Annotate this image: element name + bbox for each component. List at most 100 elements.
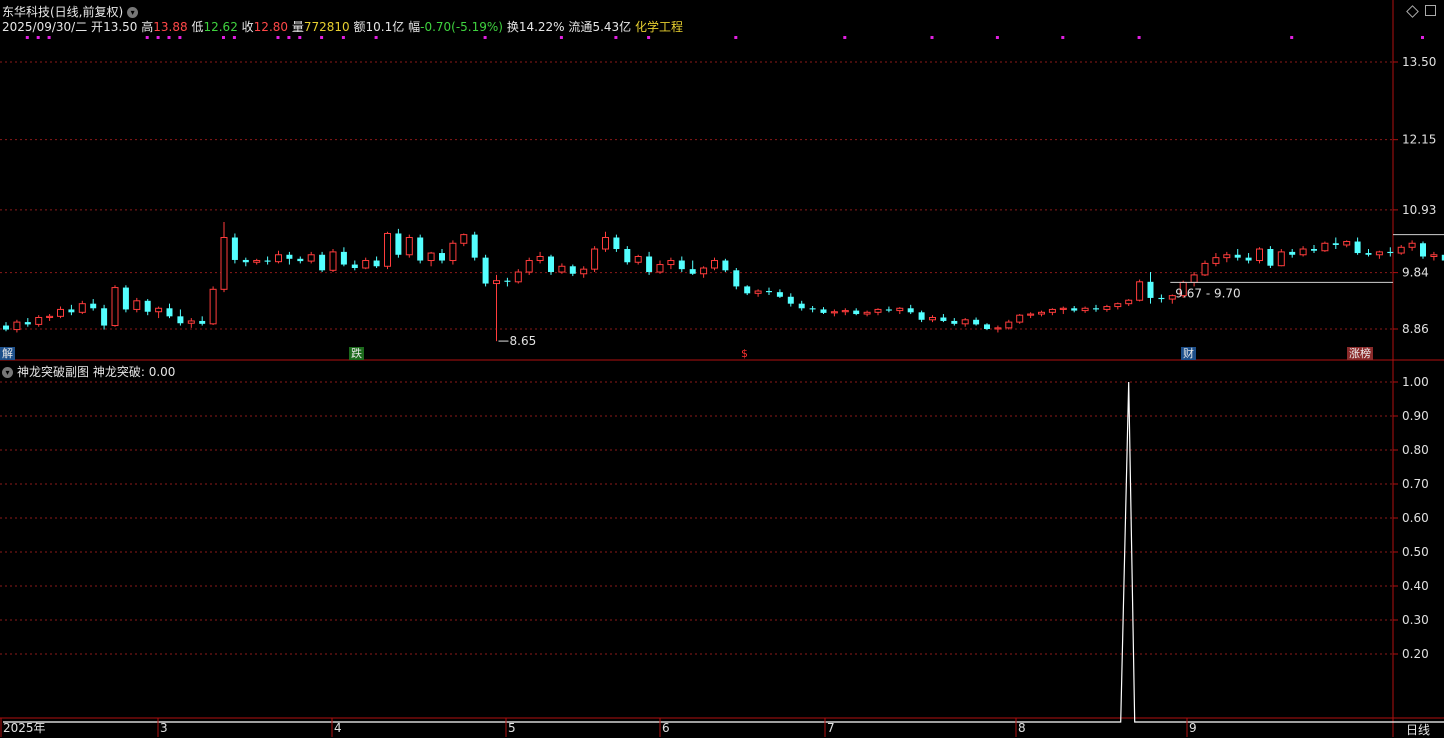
signal-marker-dot [483, 36, 487, 39]
candle-body-up [493, 280, 500, 285]
candle-body-up [307, 254, 315, 262]
high-value: 13.88 [153, 20, 188, 34]
candle-body-down [199, 320, 206, 324]
signal-tick-label: 1.00 [1402, 375, 1429, 389]
candle-body-up [1223, 254, 1231, 259]
candle-body-up [111, 287, 119, 327]
signal-marker-dot [320, 36, 324, 39]
candle-body-down [439, 253, 445, 261]
candle-body-up [1125, 299, 1133, 305]
candle-body-up [362, 260, 370, 269]
candle-body-down [809, 308, 816, 310]
candle-body-up [754, 290, 762, 294]
candle-body-up [700, 267, 708, 275]
price-tick-label: 10.93 [1402, 203, 1436, 217]
subchart-title[interactable]: ▾ 神龙突破副图 神龙突破: 0.00 [2, 363, 175, 380]
candle-body-down [548, 256, 554, 273]
signal-marker-dot [145, 36, 149, 39]
badge-finance[interactable]: 财 [1181, 347, 1196, 360]
candle-body-down [613, 237, 620, 250]
signal-tick-label: 0.60 [1402, 511, 1429, 525]
candle-body-down [1267, 249, 1274, 266]
candle-body-down [1093, 308, 1099, 310]
candle-body-up [460, 234, 468, 244]
candle-body-up [841, 310, 849, 313]
candle-body-up [961, 319, 969, 325]
candle-body-down [1354, 241, 1361, 254]
badge-dollar[interactable]: $ [739, 347, 750, 360]
badge-top-gainers[interactable]: 涨榜 [1347, 347, 1373, 360]
time-tick-label: 7 [827, 721, 835, 735]
candle-body-up [896, 307, 904, 312]
sector-label[interactable]: 化学工程 [635, 20, 683, 34]
candle-body-down [373, 260, 380, 267]
candle-body-up [13, 321, 21, 331]
candle-body-up [525, 260, 533, 273]
candle-body-down [951, 320, 958, 324]
candle-body-up [209, 288, 217, 325]
low-label: 低 [191, 20, 204, 34]
candle-body-down [1158, 297, 1165, 300]
candle-body-up [1375, 251, 1383, 256]
signal-tick-label: 0.80 [1402, 443, 1429, 457]
candle-body-down [918, 312, 925, 320]
chevron-down-icon[interactable]: ▾ [127, 7, 139, 18]
candle-body-down [177, 316, 184, 324]
badge-fall[interactable]: 跌 [349, 347, 364, 360]
chevron-down-icon[interactable]: ▾ [2, 367, 13, 378]
maximize-icon[interactable] [1425, 5, 1436, 16]
diamond-icon[interactable] [1406, 5, 1419, 18]
candle-body-down [744, 286, 751, 294]
price-tick-label: 8.86 [1402, 322, 1429, 336]
candlestick-chart[interactable]: 13.50 12.15 10.93 9.84 8.86 1.00 0.90 0.80 0.70 0… [0, 0, 1444, 737]
candle-body-up [133, 300, 141, 310]
badge-unlock[interactable]: 解 [0, 347, 15, 360]
candle-body-up [449, 242, 457, 262]
open-label: 开 [91, 20, 104, 34]
signal-marker-dot [36, 36, 40, 39]
candle-body-up [667, 260, 675, 266]
candle-body-down [766, 291, 772, 293]
candle-body-down [471, 234, 478, 258]
candle-body-down [1071, 308, 1078, 311]
candle-body-down [340, 251, 347, 265]
candle-body-down [68, 309, 75, 313]
candle-body-up [46, 315, 54, 318]
candle-body-up [830, 311, 838, 314]
candle-body-down [820, 309, 827, 313]
signal-marker-dot [614, 36, 618, 39]
signal-marker-dot [25, 36, 29, 39]
candle-body-down [1387, 251, 1394, 254]
time-tick-label: 9 [1189, 721, 1197, 735]
signal-marker-dot [287, 36, 291, 39]
candle-body-up [1038, 311, 1045, 315]
candle-body-up [874, 308, 882, 313]
candle-body-down [122, 287, 129, 310]
candle-body-up [1136, 281, 1144, 301]
period-selector[interactable]: 日线 [1406, 721, 1430, 738]
candle-body-up [1103, 306, 1111, 310]
signal-marker-dot [276, 36, 280, 39]
candle-body-up [711, 260, 718, 269]
candle-body-down [569, 266, 576, 274]
candle-body-down [482, 257, 489, 284]
candle-body-up [929, 316, 936, 321]
candle-body-down [1245, 257, 1252, 261]
turnover-value: 14.22% [518, 20, 565, 34]
turnover-label: 换 [506, 20, 519, 34]
candle-body-down [1234, 254, 1241, 258]
candle-body-down [3, 325, 9, 330]
candle-body-down [166, 308, 173, 317]
time-tick-label: 8 [1018, 721, 1026, 735]
candle-body-down [231, 237, 238, 260]
volume-value: 772810 [303, 20, 350, 34]
candle-body-up [35, 316, 43, 325]
float-label: 流通 [568, 20, 593, 34]
candle-body-down [351, 264, 358, 269]
signal-marker-dot [647, 36, 651, 39]
candle-body-down [1365, 253, 1372, 255]
candle-body-down [417, 237, 424, 261]
candle-body-down [733, 270, 740, 287]
candle-body-down [395, 233, 402, 255]
candle-body-up [427, 252, 435, 262]
